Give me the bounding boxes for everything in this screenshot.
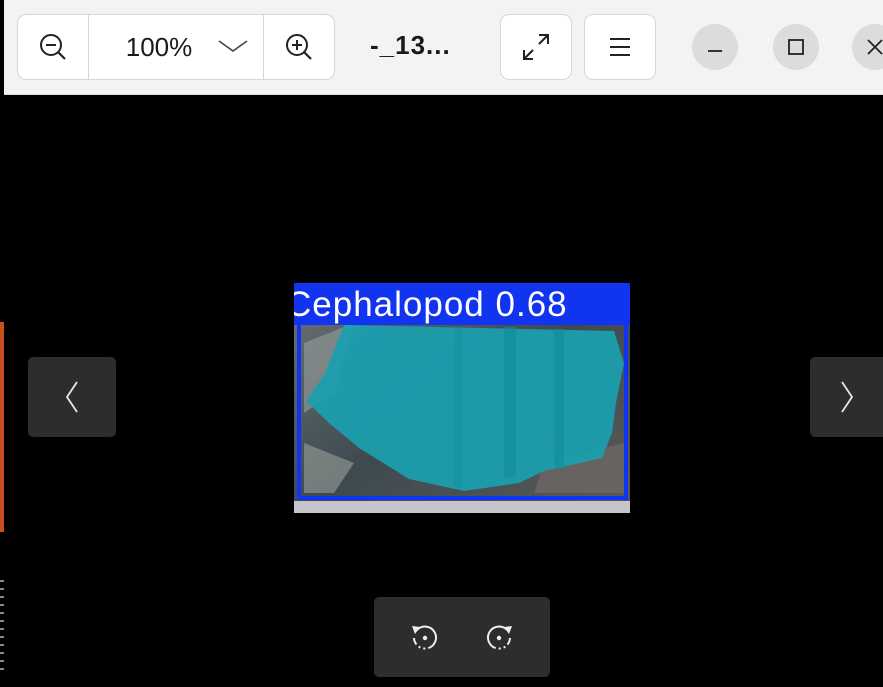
next-image-button[interactable]: [810, 357, 883, 437]
chevron-right-icon: [840, 381, 853, 413]
maximize-icon: [788, 39, 804, 55]
hamburger-icon: [610, 38, 630, 56]
zoom-out-button[interactable]: [18, 15, 88, 79]
zoom-in-button[interactable]: [264, 15, 334, 79]
file-name: -_13...: [370, 30, 451, 60]
zoom-level-value: 100%: [125, 31, 193, 62]
rotate-toolbar: [374, 597, 550, 677]
close-button[interactable]: [852, 24, 883, 70]
chevron-down-icon: [218, 40, 248, 52]
title-bar: 100% -_13...: [4, 0, 883, 95]
rotate-left-icon: [412, 625, 437, 650]
menu-button[interactable]: [584, 14, 656, 80]
previous-image-button[interactable]: [28, 357, 116, 437]
maximize-button[interactable]: [773, 24, 819, 70]
minimize-button[interactable]: [692, 24, 738, 70]
rotate-right-button[interactable]: [474, 612, 524, 662]
rotate-right-icon: [487, 625, 512, 650]
expand-icon: [523, 34, 549, 60]
displayed-image: Cephalopod 0.68: [294, 283, 630, 513]
chevron-left-icon: [65, 381, 78, 413]
zoom-level-dropdown[interactable]: 100%: [88, 15, 264, 79]
detection-label: Cephalopod 0.68: [294, 283, 630, 325]
fullscreen-button[interactable]: [500, 14, 572, 80]
zoom-out-icon: [40, 34, 66, 60]
zoom-control: 100%: [17, 14, 335, 80]
close-icon: [867, 39, 883, 55]
minimize-icon: [708, 50, 722, 52]
rotate-left-button[interactable]: [400, 612, 450, 662]
zoom-in-icon: [286, 34, 312, 60]
